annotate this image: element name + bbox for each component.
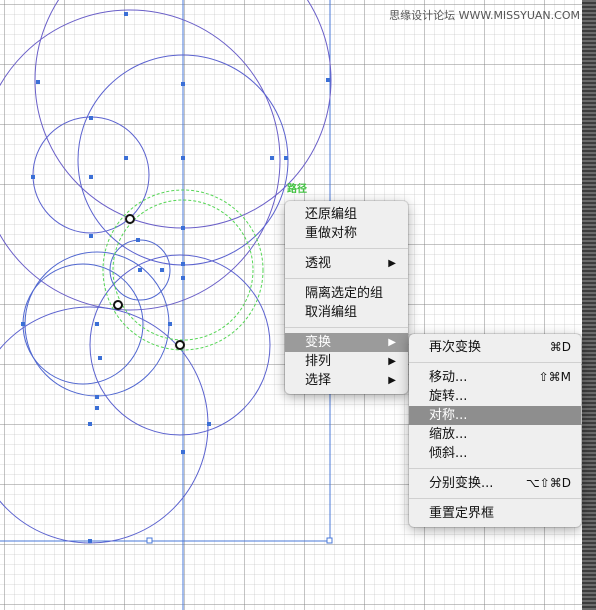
menu-item-perspective[interactable]: 透视 ▶ xyxy=(285,254,408,273)
menu-item-reset-bounding-box[interactable]: 重置定界框 xyxy=(409,504,581,523)
window-edge-strip xyxy=(582,0,596,610)
circle-mid-left-b[interactable] xyxy=(22,263,144,385)
menu-item-transform-each[interactable]: 分别变换... ⌥⇧⌘D xyxy=(409,474,581,493)
selected-point-3[interactable] xyxy=(175,340,185,350)
transform-submenu: 再次变换 ⌘D 移动... ⇧⌘M 旋转... 对称... 缩放... 倾斜... … xyxy=(409,334,581,527)
menu-separator xyxy=(285,278,408,279)
anchor-points xyxy=(21,12,330,543)
menu-separator xyxy=(285,248,408,249)
shortcut-label: ⇧⌘M xyxy=(538,370,571,384)
shortcut-label: ⌘D xyxy=(549,340,571,354)
context-menu: 还原编组 重做对称 透视 ▶ 隔离选定的组 取消编组 变换 ▶ 排列 ▶ 选择 ▶ xyxy=(285,201,408,394)
submenu-arrow-icon: ▶ xyxy=(388,258,396,269)
menu-item-redo-reflect[interactable]: 重做对称 xyxy=(285,224,408,243)
menu-item-select[interactable]: 选择 ▶ xyxy=(285,371,408,390)
menu-item-ungroup[interactable]: 取消编组 xyxy=(285,303,408,322)
menu-item-transform-again[interactable]: 再次变换 ⌘D xyxy=(409,338,581,357)
shortcut-label: ⌥⇧⌘D xyxy=(525,476,571,490)
submenu-arrow-icon: ▶ xyxy=(388,375,396,386)
menu-item-move[interactable]: 移动... ⇧⌘M xyxy=(409,368,581,387)
submenu-arrow-icon: ▶ xyxy=(388,337,396,348)
menu-item-shear[interactable]: 倾斜... xyxy=(409,444,581,463)
menu-item-reflect[interactable]: 对称... xyxy=(409,406,581,425)
menu-item-isolate-group[interactable]: 隔离选定的组 xyxy=(285,284,408,303)
menu-separator xyxy=(409,362,581,363)
circle-left-large[interactable] xyxy=(0,9,281,311)
menu-item-undo-group[interactable]: 还原编组 xyxy=(285,205,408,224)
path-hover-label: 路径 xyxy=(287,184,307,195)
menu-item-arrange[interactable]: 排列 ▶ xyxy=(285,352,408,371)
menu-separator xyxy=(409,498,581,499)
submenu-arrow-icon: ▶ xyxy=(388,356,396,367)
menu-item-scale[interactable]: 缩放... xyxy=(409,425,581,444)
menu-separator xyxy=(285,327,408,328)
menu-separator xyxy=(409,468,581,469)
selected-point-1[interactable] xyxy=(125,214,135,224)
menu-item-rotate[interactable]: 旋转... xyxy=(409,387,581,406)
menu-item-transform[interactable]: 变换 ▶ xyxy=(285,333,408,352)
selected-point-2[interactable] xyxy=(113,300,123,310)
watermark: 思缘设计论坛 WWW.MISSYUAN.COM xyxy=(389,9,580,22)
